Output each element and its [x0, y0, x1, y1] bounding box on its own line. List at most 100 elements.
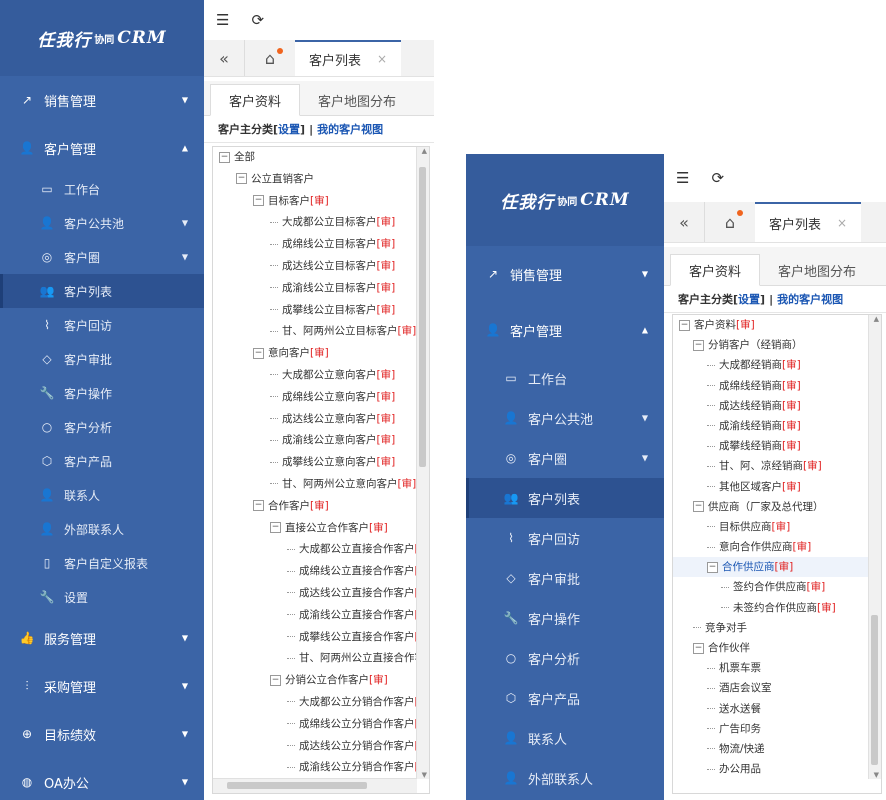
tree-node[interactable]: − 意向客户[审] [213, 343, 417, 365]
my-view-link[interactable]: 我的客户视图 [777, 291, 843, 307]
audit-tag[interactable]: [审] [782, 359, 801, 371]
menu-approval[interactable]: ◇ 客户审批 [0, 342, 204, 376]
tree-node[interactable]: 机票车票 [673, 658, 869, 678]
audit-tag[interactable]: [审] [377, 238, 396, 250]
menu-custom-report[interactable]: ▯ 客户自定义报表 [0, 546, 204, 580]
menu-customer-list[interactable]: 👥 客户列表 [0, 274, 204, 308]
menu-external-contacts[interactable]: 👤 外部联系人 [466, 758, 664, 798]
tree-node[interactable]: 成达线公立意向客户[审] [213, 409, 417, 431]
tree-node[interactable]: 成绵线经销商[审] [673, 376, 869, 396]
vertical-scrollbar[interactable]: ▲ ▼ [416, 147, 429, 779]
home-tab[interactable]: ⌂ [705, 202, 755, 242]
tree-node[interactable]: 酒店会议室 [673, 678, 869, 698]
tree-node[interactable]: 办公用品 [673, 759, 869, 779]
tree-node[interactable]: 成攀线公立意向客户[审] [213, 452, 417, 474]
tree-node[interactable]: 大成都公立目标客户[审] [213, 212, 417, 234]
scroll-down-icon[interactable]: ▼ [874, 771, 879, 779]
menu-customer[interactable]: 👤 客户管理 ▲ [0, 124, 204, 172]
tree-node[interactable]: 甘、阿两州公立意向客户[审] [213, 474, 417, 496]
tree-node[interactable]: 物流/快递 [673, 739, 869, 759]
tree-node[interactable]: − 合作供应商[审] [673, 557, 869, 578]
tree-node[interactable]: 成达线公立分销合作客户[审] [213, 736, 417, 758]
scroll-thumb[interactable] [871, 615, 878, 765]
tree-node[interactable]: − 分销公立合作客户[审] [213, 670, 417, 692]
menu-toggle-icon[interactable]: ☰ [676, 169, 689, 187]
tree-node[interactable]: 大成都公立直接合作客户[审] [213, 539, 417, 561]
menu-approval[interactable]: ◇ 客户审批 [466, 558, 664, 598]
settings-link[interactable]: 设置 [278, 121, 300, 137]
collapse-icon[interactable]: − [253, 195, 264, 207]
audit-tag[interactable]: [审] [310, 500, 329, 512]
menu-analysis[interactable]: ○ 客户分析 [0, 410, 204, 444]
audit-tag[interactable]: [审] [782, 400, 801, 412]
tree-node[interactable]: 未签约合作供应商[审] [673, 598, 869, 618]
audit-tag[interactable]: [审] [398, 478, 417, 490]
audit-tag[interactable]: [审] [398, 325, 417, 337]
menu-contacts[interactable]: 👤 联系人 [466, 718, 664, 758]
tree-node[interactable]: − 合作客户[审] [213, 496, 417, 518]
audit-tag[interactable]: [审] [377, 260, 396, 272]
scroll-down-icon[interactable]: ▼ [422, 771, 427, 779]
audit-tag[interactable]: [审] [782, 380, 801, 392]
collapse-icon[interactable]: − [219, 151, 230, 163]
vertical-scrollbar[interactable]: ▲ ▼ [868, 315, 881, 779]
tree-node[interactable]: − 全部 [213, 147, 417, 169]
close-icon[interactable]: × [837, 216, 847, 230]
tree-node[interactable]: 目标供应商[审] [673, 517, 869, 537]
menu-target[interactable]: ⊕ 目标绩效 ▼ [0, 710, 204, 758]
menu-sales[interactable]: ↗ 销售管理 ▼ [0, 76, 204, 124]
menu-public-pool[interactable]: 👤 客户公共池 ▼ [0, 206, 204, 240]
audit-tag[interactable]: [审] [772, 521, 791, 533]
audit-tag[interactable]: [审] [377, 369, 396, 381]
audit-tag[interactable]: [审] [793, 541, 812, 553]
tree-node[interactable]: 送水送餐 [673, 699, 869, 719]
subtab-customer-map[interactable]: 客户地图分布 [300, 85, 414, 115]
collapse-icon[interactable]: − [693, 642, 704, 654]
menu-workbench[interactable]: ▭ 工作台 [0, 172, 204, 206]
tree-node[interactable]: 成达线经销商[审] [673, 396, 869, 416]
menu-oa[interactable]: ◍ OA办公 ▼ [0, 758, 204, 800]
menu-service[interactable]: 👍 服务管理 ▼ [0, 614, 204, 662]
audit-tag[interactable]: [审] [310, 195, 329, 207]
audit-tag[interactable]: [审] [369, 674, 388, 686]
audit-tag[interactable]: [审] [736, 319, 755, 331]
collapse-icon[interactable]: − [693, 501, 704, 513]
menu-settings[interactable]: 🔧 设置 [0, 580, 204, 614]
menu-external-contacts[interactable]: 👤 外部联系人 [0, 512, 204, 546]
audit-tag[interactable]: [审] [377, 216, 396, 228]
refresh-icon[interactable]: ⟳ [711, 169, 724, 187]
tree-node[interactable]: 成绵线公立分销合作客户[审] [213, 714, 417, 736]
my-view-link[interactable]: 我的客户视图 [317, 121, 383, 137]
tree-node[interactable]: 广告印务 [673, 719, 869, 739]
collapse-icon[interactable]: − [253, 347, 264, 359]
tab-customer-list[interactable]: 客户列表 × [755, 202, 862, 242]
collapse-icon[interactable]: − [253, 500, 264, 512]
menu-customer[interactable]: 👤 客户管理 ▲ [466, 302, 664, 358]
tree-node[interactable]: 竞争对手 [673, 618, 869, 638]
tree-node[interactable]: 其他区域客户[审] [673, 477, 869, 497]
hscroll-thumb[interactable] [227, 782, 367, 789]
menu-sales[interactable]: ↗ 销售管理 ▼ [466, 246, 664, 302]
audit-tag[interactable]: [审] [377, 282, 396, 294]
menu-product[interactable]: ⬡ 客户产品 [466, 678, 664, 718]
tree-node[interactable]: 意向合作供应商[审] [673, 537, 869, 557]
tree-node[interactable]: − 供应商（厂家及总代理） [673, 497, 869, 517]
home-tab[interactable]: ⌂ [245, 40, 295, 76]
menu-circle[interactable]: ◎ 客户圈 ▼ [466, 438, 664, 478]
tree-node[interactable]: 甘、阿两州公立目标客户[审] [213, 321, 417, 343]
tree-node[interactable]: − 分销客户（经销商） [673, 335, 869, 355]
menu-public-pool[interactable]: 👤 客户公共池 ▼ [466, 398, 664, 438]
audit-tag[interactable]: [审] [377, 413, 396, 425]
tree-node[interactable]: 签约合作供应商[审] [673, 577, 869, 597]
audit-tag[interactable]: [审] [377, 391, 396, 403]
tree-node[interactable]: 大成都公立意向客户[审] [213, 365, 417, 387]
menu-analysis[interactable]: ○ 客户分析 [466, 638, 664, 678]
collapse-icon[interactable]: − [270, 674, 281, 686]
subtab-customer-info[interactable]: 客户资料 [210, 84, 301, 116]
audit-tag[interactable]: [审] [782, 440, 801, 452]
tree-node[interactable]: − 目标客户[审] [213, 191, 417, 213]
tree-node[interactable]: − 合作伙伴 [673, 638, 869, 658]
tree-node[interactable]: − 直接公立合作客户[审] [213, 518, 417, 540]
scroll-up-icon[interactable]: ▲ [874, 315, 879, 323]
refresh-icon[interactable]: ⟳ [251, 11, 264, 29]
